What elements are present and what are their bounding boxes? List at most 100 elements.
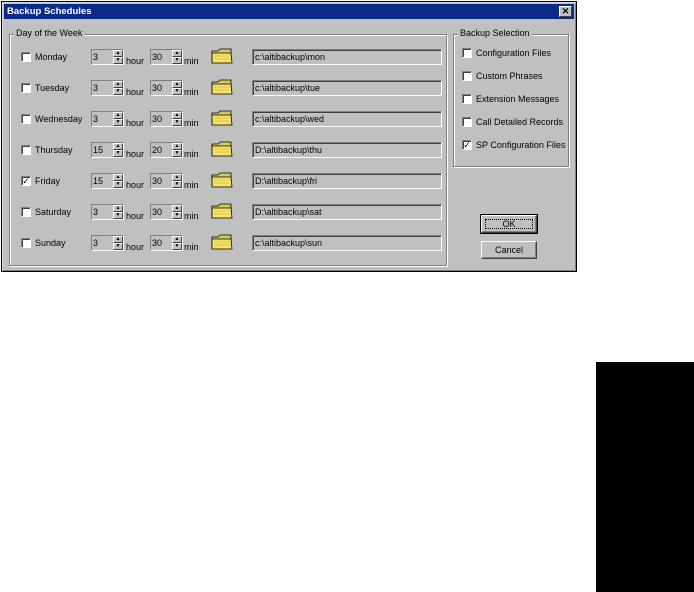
- minute-down-arrow-icon[interactable]: ▼: [172, 88, 182, 95]
- hour-up-arrow-icon[interactable]: ▲: [113, 50, 123, 57]
- backup-path-field[interactable]: c:\altibackup\wed: [252, 111, 442, 127]
- day-checkbox[interactable]: [21, 145, 31, 155]
- minute-spinner[interactable]: 30 ▲ ▼: [150, 204, 183, 220]
- folder-icon[interactable]: [211, 141, 233, 157]
- backup-path-field[interactable]: D:\altibackup\fri: [252, 173, 442, 189]
- hour-spinner[interactable]: 3 ▲ ▼: [91, 111, 124, 127]
- hour-down-arrow-icon[interactable]: ▼: [113, 150, 123, 157]
- window-title: Backup Schedules: [7, 6, 92, 17]
- min-label: min: [184, 242, 199, 252]
- minute-spinner[interactable]: 30 ▲ ▼: [150, 49, 183, 65]
- hour-spinner[interactable]: 3 ▲ ▼: [91, 80, 124, 96]
- day-row: Saturday 3 ▲ ▼ hour 30 ▲ ▼ min D:\altiback…: [10, 202, 442, 224]
- hour-label: hour: [126, 87, 145, 97]
- hour-up-arrow-icon[interactable]: ▲: [113, 236, 123, 243]
- folder-icon[interactable]: [211, 234, 233, 250]
- selection-checkbox[interactable]: [462, 94, 472, 104]
- min-label: min: [184, 56, 199, 66]
- minute-spinner[interactable]: 20 ▲ ▼: [150, 142, 183, 158]
- hour-up-arrow-icon[interactable]: ▲: [113, 174, 123, 181]
- checkmark-icon: ✓: [463, 140, 471, 150]
- hour-spinner[interactable]: 15 ▲ ▼: [91, 173, 124, 189]
- minute-up-arrow-icon[interactable]: ▲: [172, 143, 182, 150]
- hour-value: 3: [93, 52, 99, 62]
- selection-checkbox[interactable]: [462, 117, 472, 127]
- backup-path-field[interactable]: c:\altibackup\tue: [252, 80, 442, 96]
- hour-down-arrow-icon[interactable]: ▼: [113, 243, 123, 250]
- day-of-week-group-title: Day of the Week: [14, 28, 85, 38]
- hour-label: hour: [126, 180, 145, 190]
- folder-icon[interactable]: [211, 203, 233, 219]
- backup-selection-group-title: Backup Selection: [458, 28, 532, 38]
- title-bar[interactable]: Backup Schedules ✕: [4, 4, 574, 19]
- minute-spinner[interactable]: 30 ▲ ▼: [150, 80, 183, 96]
- backup-path-field[interactable]: D:\altibackup\sat: [252, 204, 442, 220]
- day-checkbox[interactable]: [21, 83, 31, 93]
- minute-down-arrow-icon[interactable]: ▼: [172, 119, 182, 126]
- minute-down-arrow-icon[interactable]: ▼: [172, 243, 182, 250]
- minute-spinner[interactable]: 30 ▲ ▼: [150, 235, 183, 251]
- close-button[interactable]: ✕: [559, 6, 572, 17]
- minute-up-arrow-icon[interactable]: ▲: [172, 81, 182, 88]
- day-label: Tuesday: [35, 83, 70, 93]
- selection-checkbox[interactable]: [462, 48, 472, 58]
- min-label: min: [184, 87, 199, 97]
- backup-path-field[interactable]: D:\altibackup\thu: [252, 142, 442, 158]
- hour-value: 3: [93, 238, 99, 248]
- minute-up-arrow-icon[interactable]: ▲: [172, 205, 182, 212]
- minute-value: 30: [152, 83, 163, 93]
- day-checkbox[interactable]: ✓: [21, 176, 31, 186]
- hour-down-arrow-icon[interactable]: ▼: [113, 57, 123, 64]
- hour-down-arrow-icon[interactable]: ▼: [113, 181, 123, 188]
- hour-up-arrow-icon[interactable]: ▲: [113, 205, 123, 212]
- minute-value: 30: [152, 52, 163, 62]
- day-row: ✓ Friday 15 ▲ ▼ hour 30 ▲ ▼ min D:\altibac…: [10, 171, 442, 193]
- hour-label: hour: [126, 56, 145, 66]
- backup-path-field[interactable]: c:\altibackup\sun: [252, 235, 442, 251]
- cancel-button[interactable]: Cancel: [481, 241, 537, 259]
- hour-label: hour: [126, 118, 145, 128]
- day-row: Sunday 3 ▲ ▼ hour 30 ▲ ▼ min c:\altibackup…: [10, 233, 442, 255]
- hour-down-arrow-icon[interactable]: ▼: [113, 88, 123, 95]
- minute-down-arrow-icon[interactable]: ▼: [172, 181, 182, 188]
- day-label: Thursday: [35, 145, 73, 155]
- hour-down-arrow-icon[interactable]: ▼: [113, 212, 123, 219]
- hour-value: 15: [93, 145, 104, 155]
- backup-selection-group: Backup Selection Configuration Files Cust…: [453, 28, 569, 167]
- minute-down-arrow-icon[interactable]: ▼: [172, 57, 182, 64]
- hour-down-arrow-icon[interactable]: ▼: [113, 119, 123, 126]
- day-checkbox[interactable]: [21, 114, 31, 124]
- ok-button[interactable]: OK: [480, 214, 538, 234]
- hour-value: 3: [93, 114, 99, 124]
- minute-down-arrow-icon[interactable]: ▼: [172, 150, 182, 157]
- folder-icon[interactable]: [211, 172, 233, 188]
- hour-up-arrow-icon[interactable]: ▲: [113, 143, 123, 150]
- minute-up-arrow-icon[interactable]: ▲: [172, 112, 182, 119]
- selection-checkbox[interactable]: ✓: [462, 140, 472, 150]
- minute-spinner[interactable]: 30 ▲ ▼: [150, 111, 183, 127]
- minute-up-arrow-icon[interactable]: ▲: [172, 174, 182, 181]
- hour-spinner[interactable]: 3 ▲ ▼: [91, 49, 124, 65]
- ok-focus-rect: [485, 219, 533, 229]
- folder-icon[interactable]: [211, 110, 233, 126]
- day-checkbox[interactable]: [21, 207, 31, 217]
- minute-up-arrow-icon[interactable]: ▲: [172, 50, 182, 57]
- hour-label: hour: [126, 211, 145, 221]
- folder-icon[interactable]: [211, 79, 233, 95]
- minute-spinner[interactable]: 30 ▲ ▼: [150, 173, 183, 189]
- minute-down-arrow-icon[interactable]: ▼: [172, 212, 182, 219]
- backup-path-field[interactable]: c:\altibackup\mon: [252, 49, 442, 65]
- hour-spinner[interactable]: 3 ▲ ▼: [91, 204, 124, 220]
- hour-spinner[interactable]: 3 ▲ ▼: [91, 235, 124, 251]
- day-label: Friday: [35, 176, 61, 186]
- checkmark-icon: ✓: [22, 176, 30, 186]
- day-checkbox[interactable]: [21, 52, 31, 62]
- hour-spinner[interactable]: 15 ▲ ▼: [91, 142, 124, 158]
- folder-icon[interactable]: [211, 48, 233, 64]
- hour-up-arrow-icon[interactable]: ▲: [113, 112, 123, 119]
- day-checkbox[interactable]: [21, 238, 31, 248]
- minute-up-arrow-icon[interactable]: ▲: [172, 236, 182, 243]
- selection-checkbox[interactable]: [462, 71, 472, 81]
- hour-value: 3: [93, 83, 99, 93]
- hour-up-arrow-icon[interactable]: ▲: [113, 81, 123, 88]
